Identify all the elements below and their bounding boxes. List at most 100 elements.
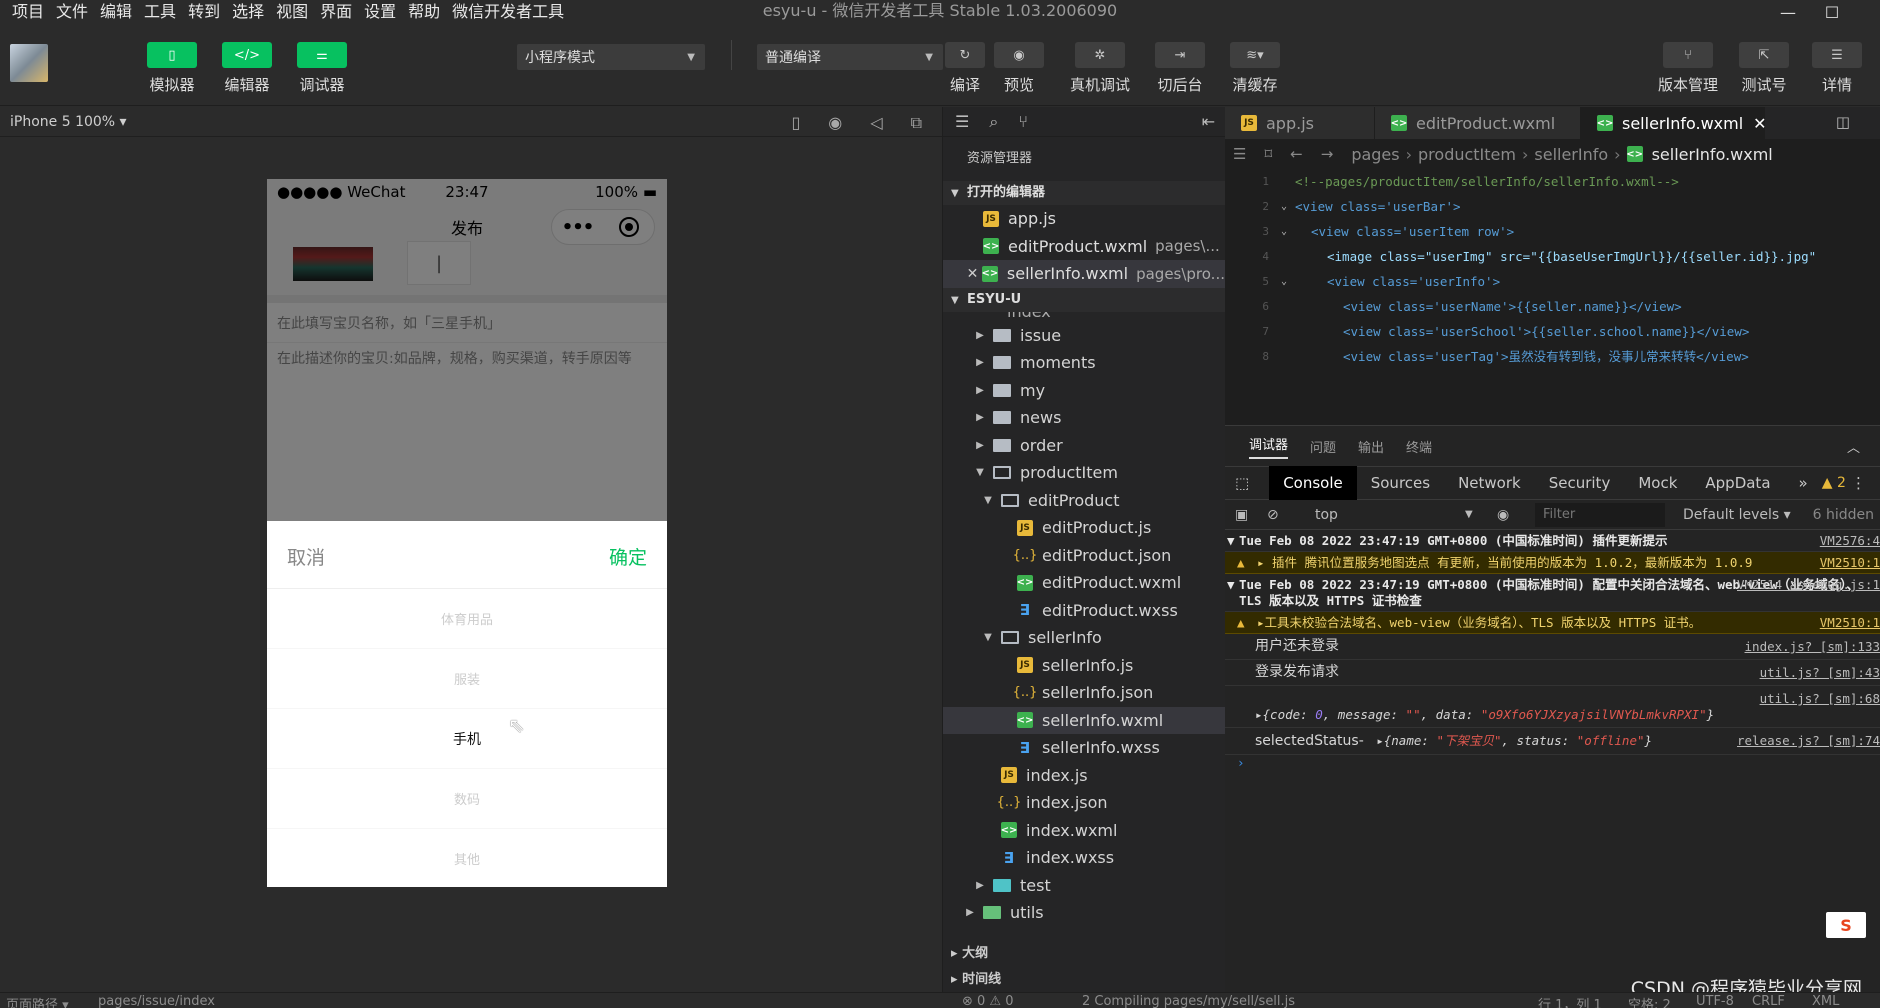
tree-item-issue[interactable]: ▶ issue — [943, 322, 1225, 350]
editor-toggle-button[interactable]: </> 编辑器 — [222, 42, 272, 95]
simulator-toggle-button[interactable]: ▯ 模拟器 — [147, 42, 197, 95]
picker-confirm-button[interactable]: 确定 — [609, 543, 647, 570]
timeline-section[interactable]: ▸ 时间线 — [943, 967, 1226, 993]
tree-item-utils[interactable]: ▶ utils — [943, 899, 1225, 927]
tab-app-js[interactable]: JS app.js — [1225, 107, 1375, 139]
log-warning[interactable]: ▲ ▸工具未校验合法域名、web-view（业务域名）、TLS 版本以及 HTT… — [1225, 612, 1880, 634]
tree-item-news[interactable]: ▶ news — [943, 404, 1225, 432]
picker-option[interactable]: 其他 — [267, 829, 667, 887]
tab-terminal[interactable]: 终端 — [1406, 437, 1432, 456]
avatar[interactable] — [10, 44, 48, 82]
tab-mock[interactable]: Mock — [1624, 466, 1691, 500]
picker-option[interactable]: 体育用品 — [267, 589, 667, 649]
log-warning[interactable]: ▲ ▸ 插件 腾讯位置服务地图选点 有更新，当前使用的版本为 1.0.2，最新版… — [1225, 552, 1880, 574]
background-button[interactable]: ⇥ 切后台 — [1155, 42, 1205, 95]
open-editor-item[interactable]: JS app.js — [943, 205, 1225, 233]
breadcrumb-item[interactable]: sellerInfo — [1534, 145, 1608, 164]
breadcrumb-current[interactable]: sellerInfo.wxml — [1652, 145, 1773, 164]
page-path-select[interactable]: 页面路径 ▾ — [6, 994, 69, 1008]
clear-cache-button[interactable]: ≋▾ 清缓存 — [1230, 42, 1280, 95]
menu-settings[interactable]: 设置 — [360, 0, 404, 24]
tree-item-file[interactable]: <> editProduct.wxml — [943, 569, 1225, 597]
warning-count[interactable]: ▲ 2 — [1822, 475, 1846, 491]
tab-network[interactable]: Network — [1444, 466, 1535, 500]
indent-spaces[interactable]: 空格: 2 — [1628, 994, 1671, 1008]
tab-console[interactable]: Console — [1269, 466, 1357, 500]
menu-interface[interactable]: 界面 — [316, 0, 360, 24]
log-group[interactable]: ▼ Tue Feb 08 2022 23:47:19 GMT+0800 (中国标… — [1225, 574, 1880, 612]
source-link[interactable]: util.js? [sm]:68 — [1760, 690, 1880, 707]
source-link[interactable]: VM2576:4 — [1820, 533, 1880, 549]
file-encoding[interactable]: UTF-8 — [1696, 994, 1734, 1008]
filter-input[interactable]: Filter — [1535, 503, 1665, 527]
preview-button[interactable]: ◉ 预览 — [994, 42, 1044, 95]
device-select[interactable]: iPhone 5 100% ▾ — [10, 114, 127, 130]
open-editor-item-active[interactable]: ✕ <> sellerInfo.wxml pages\pro... — [943, 260, 1225, 288]
tree-item-order[interactable]: ▶ order — [943, 432, 1225, 460]
tab-output[interactable]: 输出 — [1358, 437, 1384, 456]
tree-item-file[interactable]: JS editProduct.js — [943, 514, 1225, 542]
kebab-menu-icon[interactable]: ⋮ — [1851, 474, 1866, 492]
log-entry[interactable]: selectedStatus- ▸{name: "下架宝贝", status: … — [1225, 728, 1880, 755]
source-link[interactable]: util.js? [sm]:43 — [1760, 664, 1880, 681]
collapse-panel-icon[interactable]: ⇤ — [1202, 112, 1215, 131]
close-icon[interactable]: ✕ — [963, 266, 982, 282]
levels-select[interactable]: Default levels ▾ — [1683, 507, 1791, 523]
problems-count[interactable]: ⊗ 0 ⚠ 0 — [962, 994, 1014, 1008]
phone-outline-icon[interactable]: ▯ — [791, 113, 800, 133]
picker-option[interactable]: 服装 — [267, 649, 667, 709]
eye-icon[interactable]: ◉ — [1497, 507, 1509, 523]
tab-sellerinfo-wxml[interactable]: <> sellerInfo.wxml ✕ — [1581, 107, 1767, 139]
tab-appdata[interactable]: AppData — [1691, 466, 1784, 500]
tree-item-file[interactable]: {..} sellerInfo.json — [943, 679, 1225, 707]
source-link[interactable]: release.js? [sm]:74 — [1737, 732, 1880, 749]
tab-problems[interactable]: 问题 — [1310, 437, 1336, 456]
back-arrow-icon[interactable]: ← — [1290, 145, 1303, 163]
modal-mask[interactable] — [267, 179, 667, 521]
chevron-down-icon[interactable]: ▼ — [1465, 509, 1473, 520]
console-prompt[interactable]: › — [1225, 755, 1880, 770]
compile-mode-select[interactable]: 普通编译 ▼ — [757, 44, 943, 70]
real-device-debug-button[interactable]: ✲ 真机调试 — [1070, 42, 1130, 95]
picker-option-selected[interactable]: 手机 — [267, 709, 667, 769]
picker-option[interactable]: 数码 — [267, 769, 667, 829]
line-endings[interactable]: CRLF — [1752, 994, 1785, 1008]
clear-console-icon[interactable]: ⊘ — [1267, 507, 1279, 523]
tree-item-file[interactable]: JS sellerInfo.js — [943, 652, 1225, 680]
debugger-toggle-button[interactable]: ⚌ 调试器 — [297, 42, 347, 95]
tree-item-file[interactable]: ∃ index.wxss — [943, 844, 1225, 872]
tree-item-file[interactable]: ∃ editProduct.wxss — [943, 597, 1225, 625]
tree-item-productitem[interactable]: ▼ productItem — [943, 459, 1225, 487]
version-management-button[interactable]: ⑂ 版本管理 — [1658, 42, 1718, 95]
menu-project[interactable]: 项目 — [8, 0, 52, 24]
menu-select[interactable]: 选择 — [228, 0, 272, 24]
tree-item-file[interactable]: {..} index.json — [943, 789, 1225, 817]
maximize-button[interactable]: ☐ — [1810, 0, 1854, 24]
menu-view[interactable]: 视图 — [272, 0, 316, 24]
breadcrumb-item[interactable]: productItem — [1418, 145, 1516, 164]
menu-wechat-devtools[interactable]: 微信开发者工具 — [448, 0, 572, 24]
split-editor-icon[interactable]: ◫ — [1836, 113, 1850, 131]
fold-icon[interactable]: ⌄ — [1273, 194, 1295, 219]
inspect-icon[interactable]: ⬚ — [1235, 474, 1249, 492]
menu-edit[interactable]: 编辑 — [96, 0, 140, 24]
more-tabs-button[interactable]: » — [1785, 466, 1822, 500]
log-group[interactable]: ▼ Tue Feb 08 2022 23:47:19 GMT+0800 (中国标… — [1225, 530, 1880, 552]
close-icon[interactable]: ✕ — [1753, 114, 1766, 133]
compile-button[interactable]: ↻ 编译 — [945, 42, 985, 95]
outline-section[interactable]: ▸ 大纲 — [943, 941, 1226, 967]
tab-editproduct-wxml[interactable]: <> editProduct.wxml — [1375, 107, 1581, 139]
menu-file[interactable]: 文件 — [52, 0, 96, 24]
tree-item-file-selected[interactable]: <> sellerInfo.wxml — [943, 706, 1225, 734]
fold-icon[interactable]: ⌄ — [1273, 269, 1295, 294]
tree-item-file[interactable]: JS index.js — [943, 762, 1225, 790]
tree-item-moments[interactable]: ▶ moments — [943, 349, 1225, 377]
context-select[interactable]: top — [1315, 507, 1338, 523]
tree-item-file[interactable]: <> index.wxml — [943, 817, 1225, 845]
menu-goto[interactable]: 转到 — [184, 0, 228, 24]
tab-sources[interactable]: Sources — [1357, 466, 1444, 500]
tab-security[interactable]: Security — [1535, 466, 1625, 500]
breadcrumb-item[interactable]: pages — [1351, 145, 1399, 164]
tree-item-test[interactable]: ▶ test — [943, 872, 1225, 900]
tree-item-file[interactable]: {..} editProduct.json — [943, 542, 1225, 570]
